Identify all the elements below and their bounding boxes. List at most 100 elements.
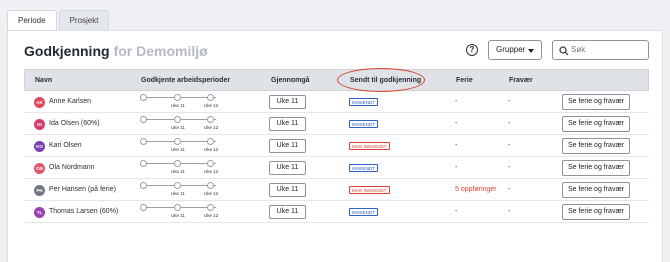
highlight-circle — [337, 68, 425, 92]
column-header-review: Gjennomgå — [271, 77, 310, 84]
progress-step — [174, 204, 181, 211]
progress-step — [174, 138, 181, 145]
period-progress: Uke 11 Uke 12 — [140, 203, 220, 223]
avatar: KO — [34, 141, 45, 152]
employee-name[interactable]: Ola Nordmann — [49, 157, 95, 178]
period-progress: Uke 11 Uke 12 — [140, 93, 220, 113]
vacation-value: - — [455, 120, 458, 127]
column-header-vacation: Ferie — [456, 77, 473, 84]
progress-step — [207, 94, 214, 101]
progress-step — [140, 94, 147, 101]
progress-step-label: Uke 12 — [204, 125, 219, 130]
status-badge: INNSENDT — [349, 98, 379, 106]
period-progress: Uke 11 Uke 12 — [140, 159, 220, 179]
progress-step-label: Uke 12 — [204, 169, 219, 174]
see-vacation-absence-button[interactable]: Se ferie og fravær — [562, 160, 630, 176]
absence-value: - — [508, 120, 511, 127]
employee-name[interactable]: Thomas Larsen (60%) — [49, 201, 118, 222]
review-week-button[interactable]: Uke 11 — [269, 117, 306, 131]
employee-name[interactable]: Anne Karlsen — [49, 91, 91, 112]
progress-step — [140, 160, 147, 167]
employee-name[interactable]: Ida Olsen (60%) — [49, 113, 100, 134]
progress-step-label: Uke 11 — [171, 191, 185, 196]
vacation-value: - — [455, 208, 458, 215]
avatar: TL — [34, 207, 45, 218]
progress-step — [174, 94, 181, 101]
review-week-button[interactable]: Uke 11 — [269, 139, 306, 153]
status-badge: INNSENDT — [349, 164, 379, 172]
groups-dropdown-label: Grupper — [496, 45, 526, 54]
progress-step — [140, 182, 147, 189]
table-row: IO Ida Olsen (60%) Uke 11 Uke 12 Uke 11 INNSE… — [24, 113, 649, 135]
employee-name[interactable]: Per Hansen (på ferie) — [49, 179, 116, 200]
table-row: TL Thomas Larsen (60%) Uke 11 Uke 12 Uke 11 I… — [24, 201, 649, 223]
absence-value: - — [508, 164, 511, 171]
see-vacation-absence-button[interactable]: Se ferie og fravær — [562, 94, 630, 110]
chevron-down-icon — [528, 49, 534, 53]
status-badge: IKKE INNSENDT — [349, 186, 390, 194]
tab-bar: Periode Prosjekt — [7, 10, 111, 31]
vacation-value: - — [455, 164, 458, 171]
progress-step — [174, 182, 181, 189]
groups-dropdown[interactable]: Grupper — [488, 40, 542, 60]
table-row: AK Anne Karlsen Uke 11 Uke 12 Uke 11 INNSENDT… — [24, 91, 649, 113]
avatar: PH — [34, 185, 45, 196]
progress-step-label: Uke 11 — [171, 125, 185, 130]
review-week-button[interactable]: Uke 11 — [269, 183, 306, 197]
progress-step — [207, 138, 214, 145]
see-vacation-absence-button[interactable]: Se ferie og fravær — [562, 204, 630, 220]
see-vacation-absence-button[interactable]: Se ferie og fravær — [562, 138, 630, 154]
absence-value: - — [508, 186, 511, 193]
column-header-periods: Godkjente arbeidsperioder — [141, 77, 231, 84]
avatar: ON — [34, 163, 45, 174]
period-progress: Uke 11 Uke 12 — [140, 115, 220, 135]
approval-table: Navn Godkjente arbeidsperioder Gjennomgå… — [24, 68, 649, 223]
review-week-button[interactable]: Uke 11 — [269, 161, 306, 175]
see-vacation-absence-button[interactable]: Se ferie og fravær — [562, 182, 630, 198]
status-badge: IKKE INNSENDT — [349, 142, 390, 150]
help-icon[interactable]: ? — [466, 44, 478, 56]
avatar: IO — [34, 119, 45, 130]
vacation-value: - — [455, 98, 458, 105]
page-subtitle: for Demomiljø — [113, 43, 208, 59]
avatar: AK — [34, 97, 45, 108]
tab-prosjekt[interactable]: Prosjekt — [58, 10, 110, 30]
progress-step-label: Uke 12 — [204, 191, 219, 196]
employee-name[interactable]: Kari Olsen — [49, 135, 82, 156]
column-header-name[interactable]: Navn — [35, 70, 52, 92]
search-input[interactable]: Søk — [552, 40, 649, 60]
search-icon — [559, 46, 569, 56]
progress-step-label: Uke 11 — [171, 147, 185, 152]
progress-step — [140, 204, 147, 211]
progress-step-label: Uke 12 — [204, 213, 219, 218]
progress-step — [174, 116, 181, 123]
vacation-value: 5 oppføringer — [455, 186, 497, 193]
progress-step-label: Uke 11 — [171, 103, 185, 108]
status-badge: INNSENDT — [349, 208, 379, 216]
progress-step — [140, 138, 147, 145]
absence-value: - — [508, 208, 511, 215]
table-body: AK Anne Karlsen Uke 11 Uke 12 Uke 11 INNSENDT… — [24, 91, 649, 223]
table-row: ON Ola Nordmann Uke 11 Uke 12 Uke 11 INNSENDT… — [24, 157, 649, 179]
progress-step — [140, 116, 147, 123]
approval-panel: Godkjenning for Demomiljø ? Grupper Søk N… — [7, 30, 663, 262]
period-progress: Uke 11 Uke 12 — [140, 137, 220, 157]
progress-step-label: Uke 11 — [171, 169, 185, 174]
progress-step-label: Uke 12 — [204, 103, 219, 108]
progress-step — [207, 160, 214, 167]
progress-step-label: Uke 11 — [171, 213, 185, 218]
absence-value: - — [508, 142, 511, 149]
progress-step — [207, 116, 214, 123]
progress-step — [207, 204, 214, 211]
see-vacation-absence-button[interactable]: Se ferie og fravær — [562, 116, 630, 132]
absence-value: - — [508, 98, 511, 105]
review-week-button[interactable]: Uke 11 — [269, 95, 306, 109]
search-placeholder: Søk — [571, 45, 586, 54]
table-row: PH Per Hansen (på ferie) Uke 11 Uke 12 Uke 1… — [24, 179, 649, 201]
page-title-text: Godkjenning — [24, 43, 110, 59]
progress-step — [174, 160, 181, 167]
review-week-button[interactable]: Uke 11 — [269, 205, 306, 219]
page-title: Godkjenning for Demomiljø — [24, 43, 208, 59]
period-progress: Uke 11 Uke 12 — [140, 181, 220, 201]
tab-periode[interactable]: Periode — [7, 10, 57, 31]
